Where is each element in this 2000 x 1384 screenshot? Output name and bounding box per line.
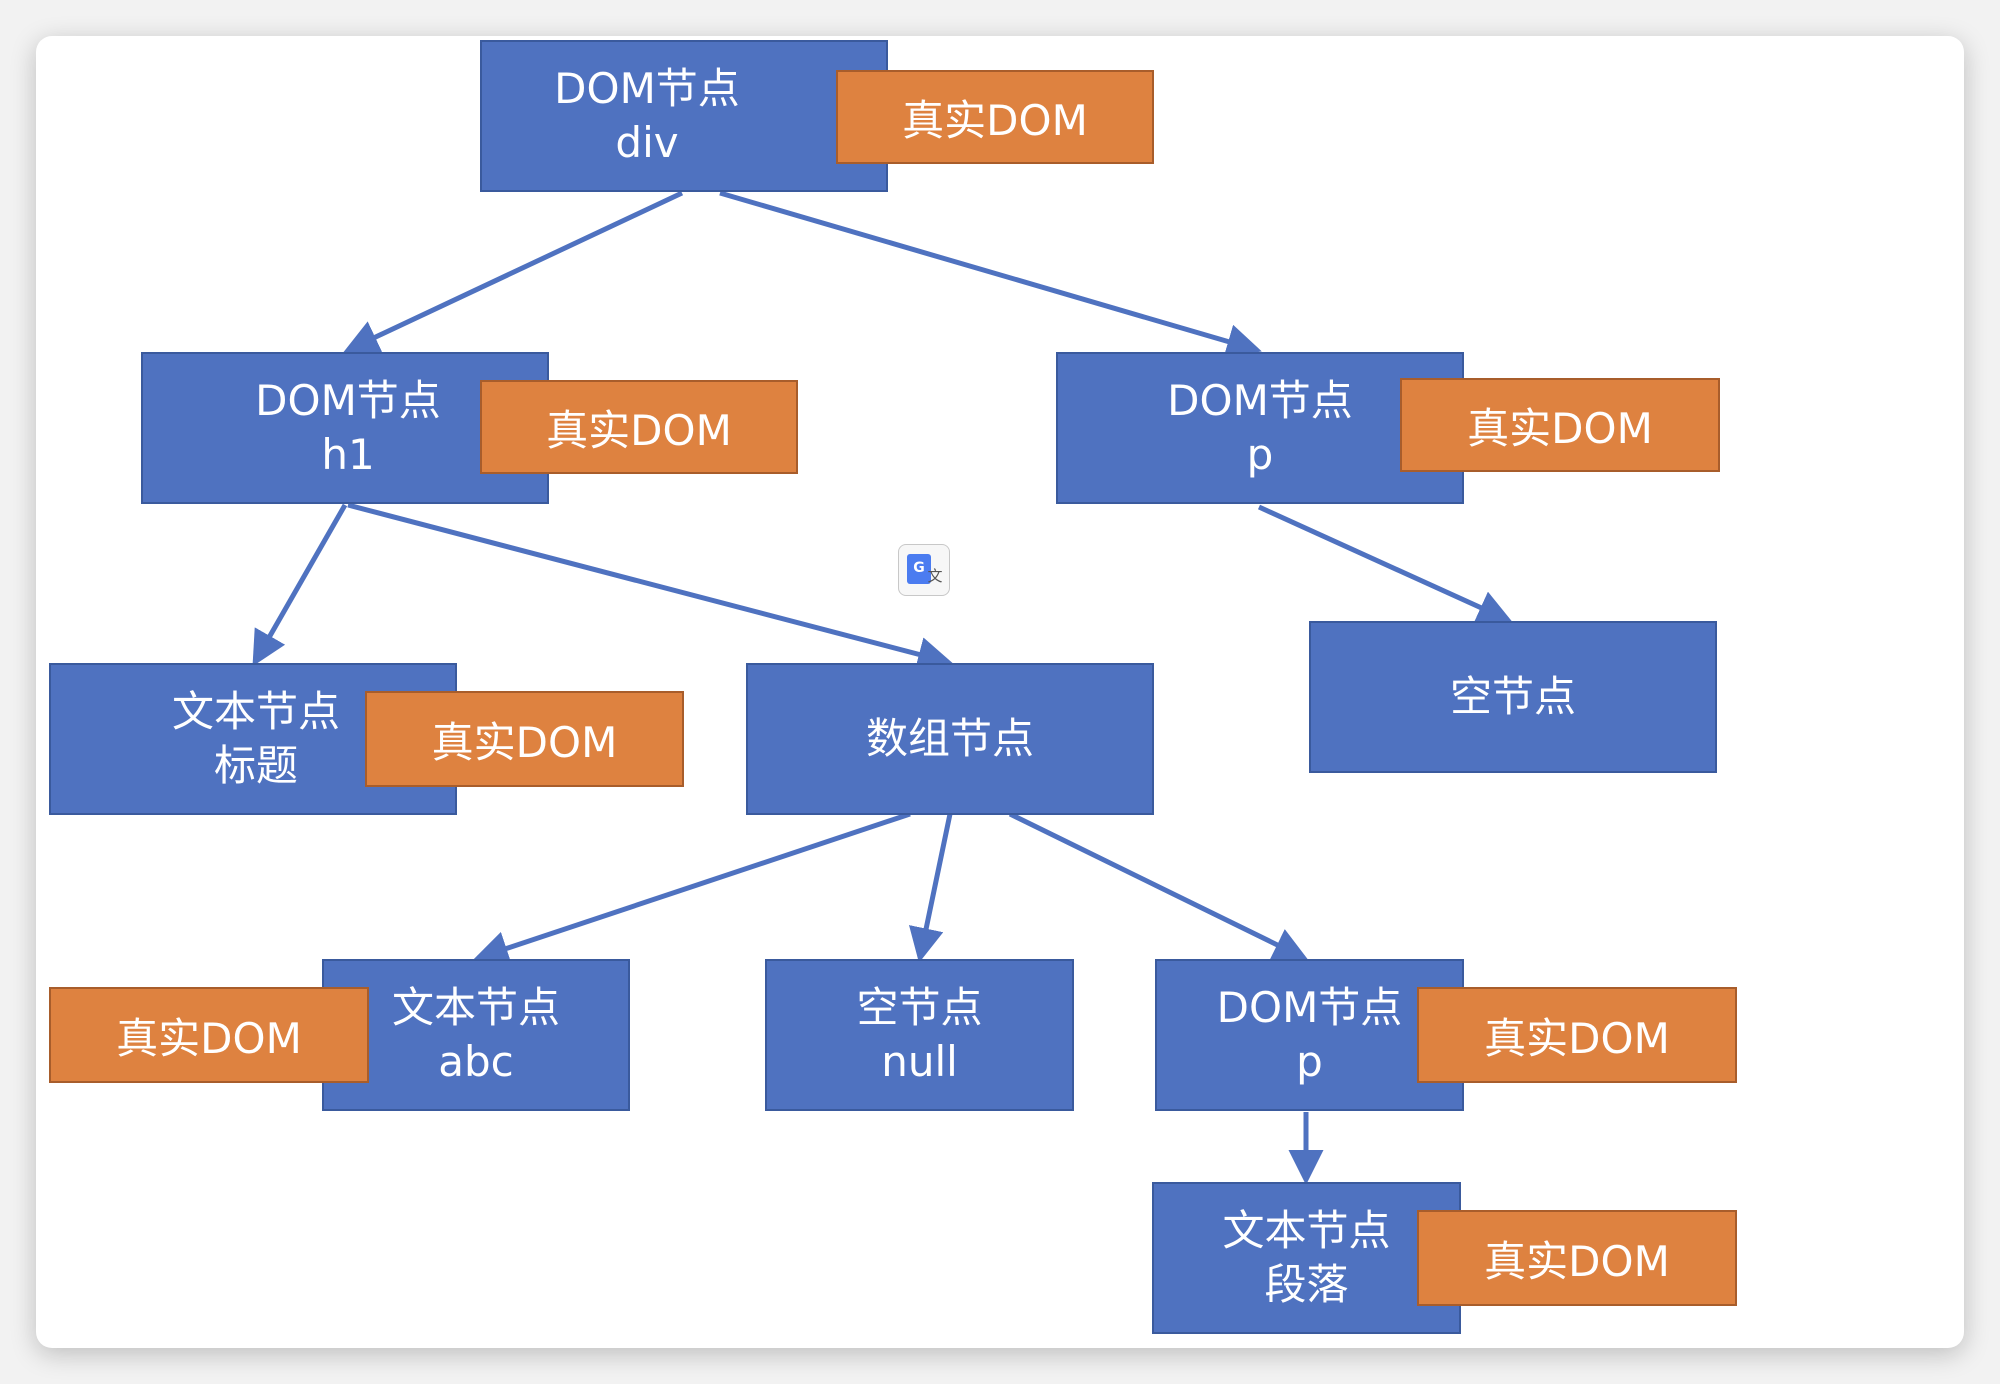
- node-subtitle: h1: [321, 430, 375, 479]
- edge-div-h1: [343, 190, 684, 354]
- real-dom-tag-p-top: 真实DOM: [1400, 378, 1720, 472]
- node-title: DOM节点: [554, 64, 740, 113]
- edge-array-abc: [473, 811, 911, 966]
- edge-div-p: [719, 190, 1262, 359]
- edge-h1-array: [347, 502, 953, 672]
- node-subtitle: 段落: [1264, 1260, 1349, 1309]
- node-subtitle: div: [615, 118, 679, 167]
- node-subtitle: p: [1296, 1037, 1323, 1086]
- node-title: DOM节点: [255, 376, 441, 425]
- real-dom-tag-h1: 真实DOM: [480, 380, 798, 474]
- real-dom-tag-text-title: 真实DOM: [365, 691, 684, 787]
- translate-wen-glyph: 文: [927, 567, 943, 585]
- node-subtitle: null: [881, 1037, 958, 1086]
- real-dom-tag-div: 真实DOM: [836, 70, 1154, 164]
- node-subtitle: abc: [438, 1037, 514, 1086]
- null-node: 空节点 null: [765, 959, 1074, 1111]
- edge-p-empty: [1257, 504, 1513, 624]
- node-subtitle: p: [1246, 430, 1274, 479]
- node-title: 空节点: [856, 983, 983, 1032]
- real-dom-tag-text-abc: 真实DOM: [49, 987, 369, 1083]
- edge-h1-text-title: [252, 503, 348, 667]
- node-title: 文本节点: [391, 983, 560, 1032]
- node-title: 文本节点: [171, 687, 340, 736]
- edge-array-null: [908, 813, 953, 963]
- node-title: DOM节点: [1167, 376, 1353, 425]
- array-node: 数组节点: [746, 663, 1154, 815]
- node-title: DOM节点: [1216, 983, 1403, 1032]
- google-translate-icon[interactable]: G 文: [898, 544, 950, 596]
- real-dom-tag-p-bottom: 真实DOM: [1417, 987, 1737, 1083]
- edge-array-p: [1008, 811, 1309, 961]
- node-title: 数组节点: [865, 714, 1034, 763]
- empty-node-top: 空节点: [1309, 621, 1717, 773]
- real-dom-tag-text-paragraph: 真实DOM: [1417, 1210, 1737, 1306]
- text-node-paragraph: 文本节点 段落: [1152, 1182, 1461, 1334]
- dom-node-div: DOM节点 div: [480, 40, 888, 192]
- node-title: 空节点: [1449, 672, 1576, 721]
- node-title: 文本节点: [1222, 1206, 1391, 1255]
- node-subtitle: 标题: [213, 741, 298, 790]
